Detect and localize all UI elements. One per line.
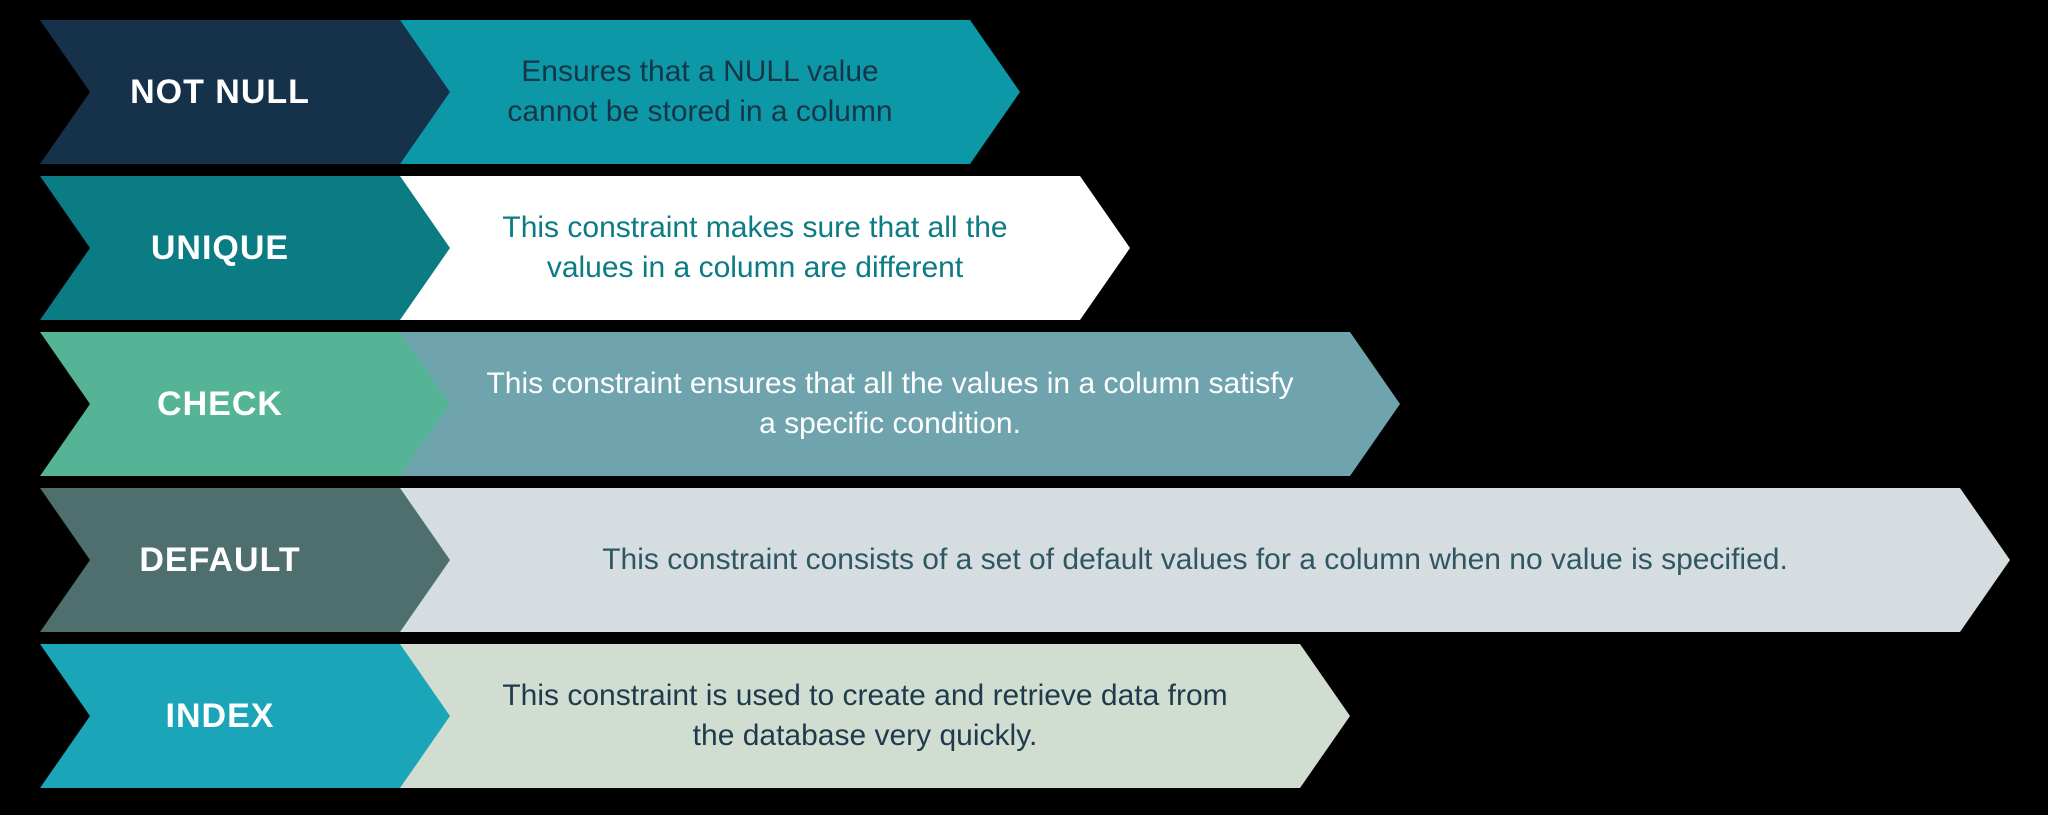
constraint-label: UNIQUE xyxy=(40,176,400,320)
constraint-desc-text: This constraint consists of a set of def… xyxy=(602,540,1788,581)
constraint-row-index: INDEX This constraint is used to create … xyxy=(40,644,2008,788)
constraint-desc-text: Ensures that a NULL value cannot be stor… xyxy=(480,52,920,133)
constraint-desc-text: This constraint is used to create and re… xyxy=(480,676,1250,757)
constraint-row-not-null: NOT NULL Ensures that a NULL value canno… xyxy=(40,20,2008,164)
constraint-label-text: INDEX xyxy=(166,697,275,736)
constraint-desc: This constraint makes sure that all the … xyxy=(400,176,1080,320)
constraint-label: DEFAULT xyxy=(40,488,400,632)
constraint-label: CHECK xyxy=(40,332,400,476)
constraint-desc: This constraint consists of a set of def… xyxy=(400,488,1960,632)
constraint-row-check: CHECK This constraint ensures that all t… xyxy=(40,332,2008,476)
constraint-row-unique: UNIQUE This constraint makes sure that a… xyxy=(40,176,2008,320)
constraint-desc-text: This constraint makes sure that all the … xyxy=(480,208,1030,289)
constraint-desc: This constraint is used to create and re… xyxy=(400,644,1300,788)
constraint-label-text: CHECK xyxy=(157,385,283,424)
constraint-label-text: DEFAULT xyxy=(139,541,300,580)
constraint-desc: This constraint ensures that all the val… xyxy=(400,332,1350,476)
constraint-label: INDEX xyxy=(40,644,400,788)
constraint-label: NOT NULL xyxy=(40,20,400,164)
constraint-desc: Ensures that a NULL value cannot be stor… xyxy=(400,20,970,164)
constraint-desc-text: This constraint ensures that all the val… xyxy=(480,364,1300,445)
constraint-row-default: DEFAULT This constraint consists of a se… xyxy=(40,488,2008,632)
constraint-label-text: NOT NULL xyxy=(130,73,310,112)
constraint-label-text: UNIQUE xyxy=(151,229,289,268)
